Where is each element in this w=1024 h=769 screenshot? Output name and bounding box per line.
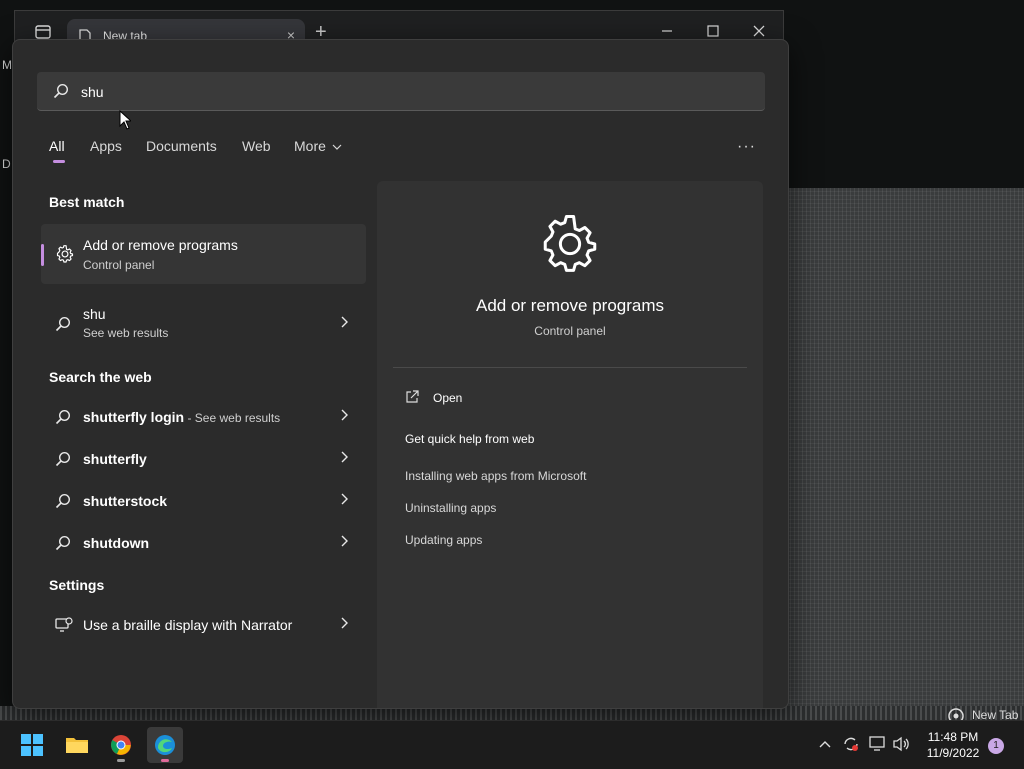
search-flyout: All Apps Documents Web More ··· Best mat… xyxy=(12,39,789,709)
maximize-icon[interactable] xyxy=(707,25,719,37)
help-link[interactable]: Installing web apps from Microsoft xyxy=(405,469,586,483)
chrome-button[interactable] xyxy=(103,727,139,763)
detail-subtitle: Control panel xyxy=(534,324,606,338)
suggestion-bold: shutterfly xyxy=(83,451,147,467)
chrome-icon xyxy=(111,735,131,755)
search-box[interactable] xyxy=(37,72,765,111)
tab-all[interactable]: All xyxy=(49,138,65,154)
settings-item-label: Use a braille display with Narrator xyxy=(83,617,293,633)
file-explorer-button[interactable] xyxy=(59,727,95,763)
web-suggestion-item[interactable]: shutdown xyxy=(41,523,366,563)
quick-help-heading: Get quick help from web xyxy=(405,432,535,446)
result-title: Add or remove programs xyxy=(83,237,238,253)
suggestion-text: shutterstock xyxy=(83,493,167,509)
chevron-right-icon xyxy=(341,493,348,505)
volume-icon[interactable] xyxy=(893,736,911,752)
help-link[interactable]: Updating apps xyxy=(405,533,482,547)
file-explorer-icon xyxy=(66,738,88,753)
detail-divider xyxy=(393,367,747,368)
gear-icon xyxy=(543,214,597,272)
chevron-up-icon[interactable] xyxy=(819,740,831,748)
suggestion-bold: shutterstock xyxy=(83,493,168,509)
tab-web[interactable]: Web xyxy=(242,138,271,154)
desktop-wallpaper-pattern xyxy=(786,188,1024,720)
edge-button[interactable] xyxy=(147,727,183,763)
best-match-heading: Best match xyxy=(49,194,125,210)
chevron-right-icon xyxy=(341,316,348,328)
web-suggestion-item[interactable]: shutterfly xyxy=(41,439,366,479)
help-link[interactable]: Uninstalling apps xyxy=(405,501,496,515)
result-detail-pane: Add or remove programs Control panel Ope… xyxy=(377,181,763,708)
edge-icon xyxy=(155,735,175,755)
desktop-icon-label[interactable]: D xyxy=(2,157,11,171)
tab-actions-icon[interactable] xyxy=(35,25,51,39)
search-icon xyxy=(55,493,71,509)
suggestion-suffix: - See web results xyxy=(184,411,281,425)
tab-documents[interactable]: Documents xyxy=(146,138,217,154)
suggestion-text: shutterfly login - See web results xyxy=(83,409,280,425)
chevron-right-icon xyxy=(341,451,348,463)
suggestion-bold: shutterfly login xyxy=(83,409,185,425)
search-icon xyxy=(55,316,71,332)
desktop-icon-label[interactable]: M xyxy=(2,58,12,72)
suggestion-bold: shutdown xyxy=(83,535,150,551)
search-icon xyxy=(55,451,71,467)
detail-title: Add or remove programs xyxy=(475,296,665,315)
network-icon[interactable] xyxy=(869,736,887,752)
clock[interactable]: 11:48 PM 11/9/2022 xyxy=(918,729,988,761)
chevron-down-icon xyxy=(332,144,342,150)
result-title: shu xyxy=(83,306,106,322)
suggestion-text: shutdown xyxy=(83,535,149,551)
mouse-cursor-icon xyxy=(119,110,131,130)
active-tab-indicator xyxy=(53,160,65,163)
tab-apps[interactable]: Apps xyxy=(90,138,122,154)
clock-date: 11/9/2022 xyxy=(926,746,980,760)
search-icon xyxy=(53,83,69,99)
result-subtitle: See web results xyxy=(83,326,169,340)
sync-icon[interactable] xyxy=(842,735,860,753)
web-suggestion-item[interactable]: shutterfly login - See web results xyxy=(41,397,366,437)
web-suggestion-item[interactable]: shutterstock xyxy=(41,481,366,521)
open-external-icon xyxy=(406,390,419,403)
search-icon xyxy=(55,409,71,425)
running-indicator xyxy=(117,759,125,762)
search-icon xyxy=(55,535,71,551)
chevron-right-icon xyxy=(341,409,348,421)
notification-badge[interactable]: 1 xyxy=(988,738,1004,754)
open-button[interactable]: Open xyxy=(433,391,462,405)
start-button[interactable] xyxy=(14,727,50,763)
best-match-result[interactable]: Add or remove programs Control panel xyxy=(41,224,366,284)
settings-result[interactable]: Use a braille display with Narrator xyxy=(41,605,366,645)
minimize-icon[interactable] xyxy=(661,29,673,33)
chevron-right-icon xyxy=(341,617,348,629)
tab-more[interactable]: More xyxy=(294,138,342,154)
close-icon[interactable] xyxy=(753,25,765,37)
result-subtitle: Control panel xyxy=(83,258,155,272)
more-options-button[interactable]: ··· xyxy=(737,138,756,156)
running-indicator xyxy=(161,759,169,762)
clock-time: 11:48 PM xyxy=(927,730,979,744)
settings-heading: Settings xyxy=(49,577,105,593)
selection-accent xyxy=(41,244,44,266)
search-input[interactable] xyxy=(79,80,733,104)
taskbar: 11:48 PM 11/9/2022 1 xyxy=(0,720,1024,769)
windows-start-icon xyxy=(21,734,43,756)
gear-icon xyxy=(56,245,74,263)
tab-more-label: More xyxy=(294,138,326,154)
suggestion-text: shutterfly xyxy=(83,451,147,467)
search-web-heading: Search the web xyxy=(49,369,152,385)
web-query-result[interactable]: shu See web results xyxy=(41,302,366,342)
narrator-settings-icon xyxy=(55,617,73,632)
chevron-right-icon xyxy=(341,535,348,547)
